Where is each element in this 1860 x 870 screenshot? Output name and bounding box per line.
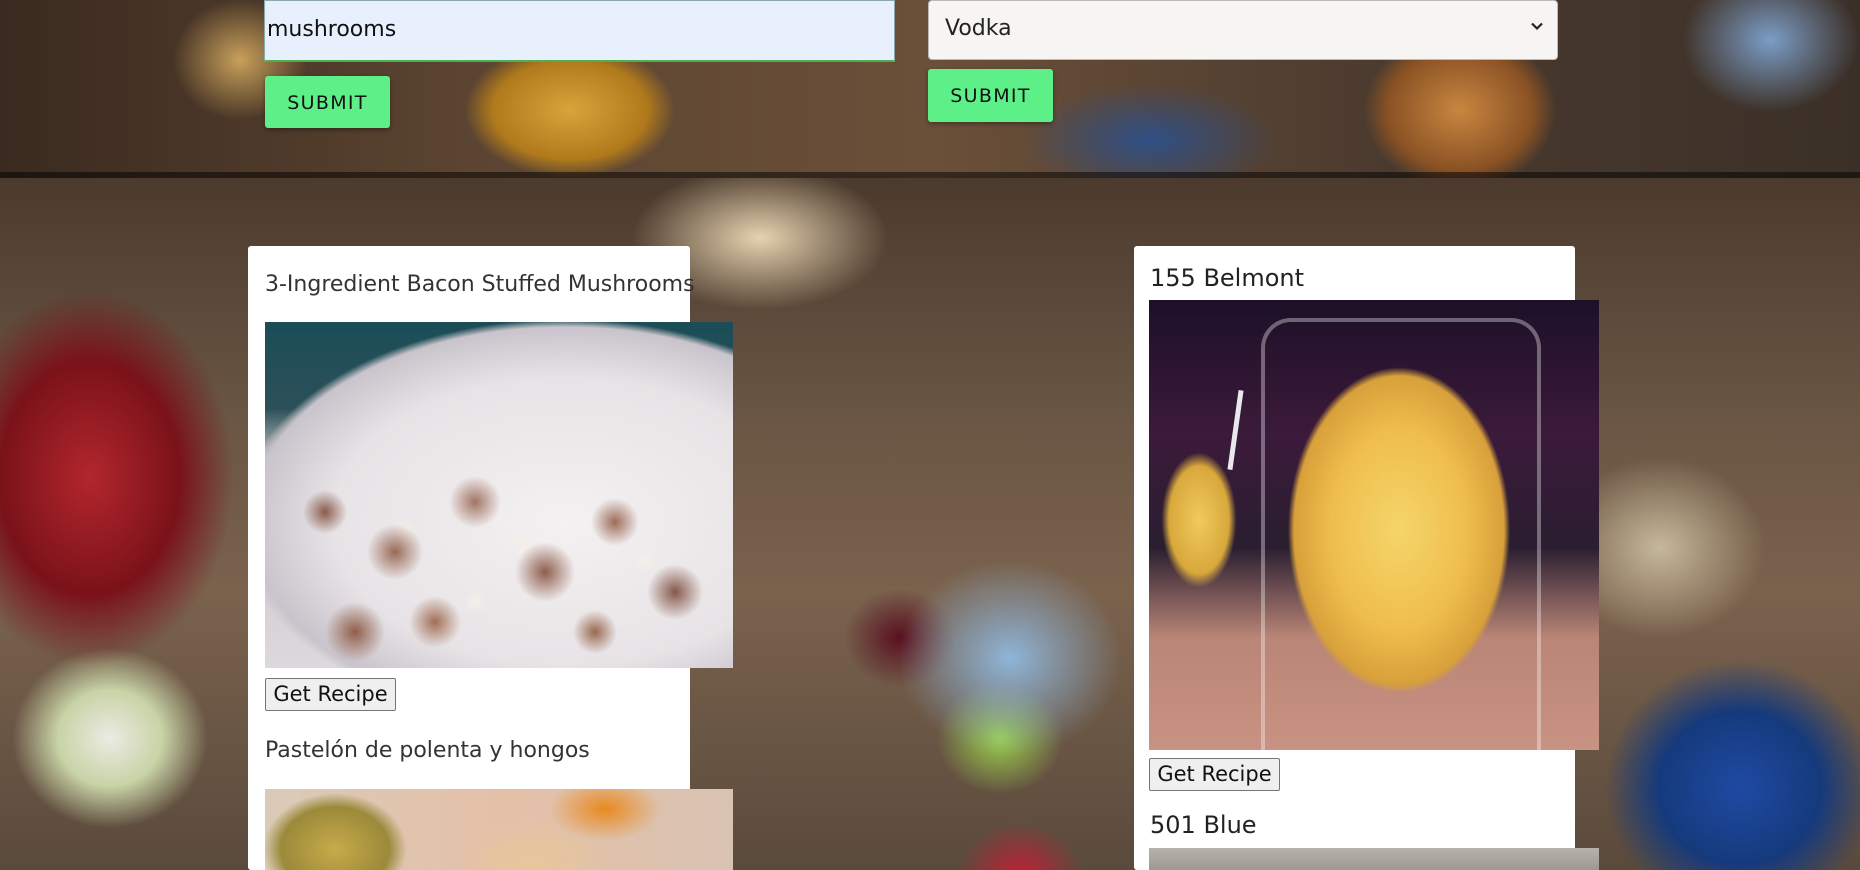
recipe-image (265, 789, 733, 870)
recipe-title: Pastelón de polenta y hongos (265, 738, 590, 763)
get-recipe-button[interactable]: Get Recipe (265, 678, 396, 711)
chevron-down-icon (1529, 15, 1545, 40)
drink-image (1149, 848, 1599, 870)
ingredient-search-input[interactable]: mushrooms (264, 0, 895, 62)
spirit-select-value: Vodka (945, 16, 1012, 41)
recipe-image (265, 322, 733, 668)
drink-submit-button[interactable]: SUBMIT (928, 69, 1053, 122)
ingredient-submit-button[interactable]: SUBMIT (265, 76, 390, 128)
spirit-select[interactable]: Vodka (928, 0, 1558, 60)
drink-image (1149, 300, 1599, 750)
drink-title: 155 Belmont (1150, 264, 1305, 292)
drink-title: 501 Blue (1150, 811, 1257, 839)
recipe-title: 3-Ingredient Bacon Stuffed Mushrooms (265, 272, 695, 297)
get-recipe-button[interactable]: Get Recipe (1149, 758, 1280, 791)
